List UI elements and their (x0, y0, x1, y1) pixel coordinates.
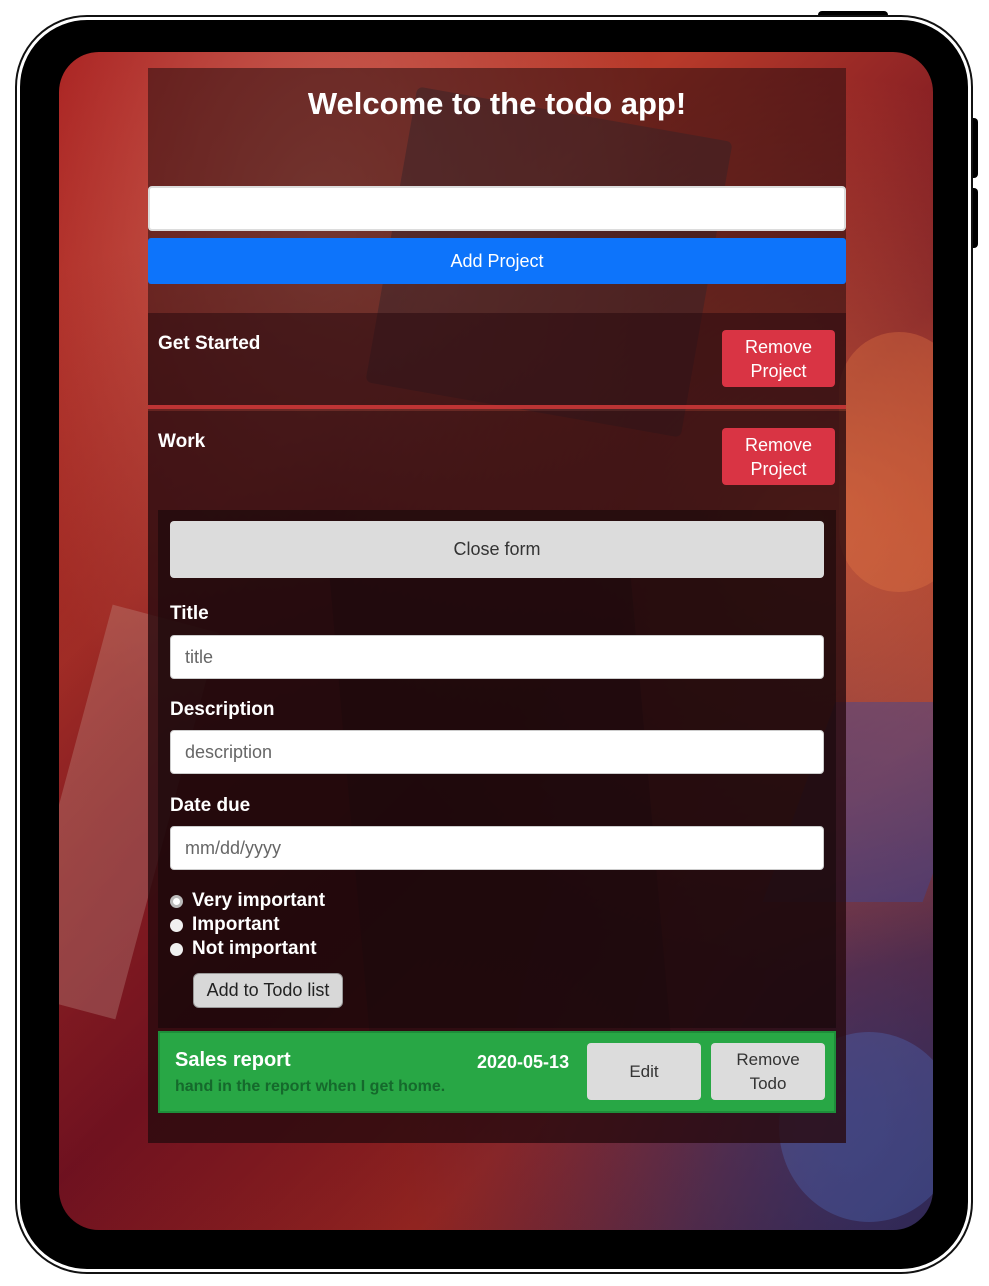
todo-date-due: 2020-05-13 (477, 1052, 570, 1072)
priority-label: Not important (192, 938, 317, 959)
radio-button-icon[interactable] (170, 894, 183, 908)
date-due-label: Date due (170, 795, 251, 816)
project-name[interactable]: Work (158, 431, 205, 453)
title-placeholder: title (185, 646, 214, 667)
title-label: Title (170, 603, 209, 624)
todo-form: Close form Title title Description descr… (158, 510, 836, 1028)
priority-very-important[interactable]: Very important (170, 890, 325, 912)
project-name-input[interactable] (148, 186, 846, 231)
priority-not-important[interactable]: Not important (170, 938, 317, 960)
date-due-input[interactable]: mm/dd/yyyy (170, 826, 824, 870)
priority-important[interactable]: Important (170, 914, 280, 936)
page-title: Welcome to the todo app! (307, 86, 687, 121)
description-input[interactable]: description (170, 730, 824, 774)
add-to-todo-list-button[interactable]: Add to Todo list (193, 973, 343, 1008)
todo-item: Sales report hand in the report when I g… (158, 1031, 836, 1113)
todo-description: hand in the report when I get home. (175, 1078, 446, 1095)
title-input[interactable]: title (170, 635, 824, 679)
radio-button-icon[interactable] (170, 918, 183, 932)
date-placeholder: mm/dd/yyyy (185, 837, 282, 858)
background-decoration (839, 332, 933, 592)
todo-title: Sales report (175, 1049, 291, 1071)
edit-todo-button[interactable]: Edit (587, 1043, 701, 1100)
radio-button-icon[interactable] (170, 942, 183, 956)
priority-label: Important (192, 914, 280, 935)
remove-todo-button[interactable]: Remove Todo (711, 1043, 825, 1100)
remove-project-label: Remove Project (744, 434, 813, 479)
description-placeholder: description (185, 741, 273, 762)
add-project-button[interactable]: Add Project (148, 238, 846, 284)
remove-todo-label: Remove Todo (736, 1049, 800, 1093)
remove-project-button[interactable]: Remove Project (722, 330, 835, 387)
todo-app-container: Welcome to the todo app! Add Project Get… (148, 68, 846, 1143)
remove-project-button[interactable]: Remove Project (722, 428, 835, 485)
project-get-started[interactable]: Get Started Remove Project (148, 313, 846, 409)
project-work[interactable]: Work Remove Project Close form Title tit… (148, 411, 846, 1143)
close-form-button[interactable]: Close form (170, 521, 824, 578)
remove-project-label: Remove Project (744, 336, 813, 381)
priority-label: Very important (192, 890, 326, 911)
project-name[interactable]: Get Started (158, 333, 260, 355)
description-label: Description (170, 699, 275, 720)
